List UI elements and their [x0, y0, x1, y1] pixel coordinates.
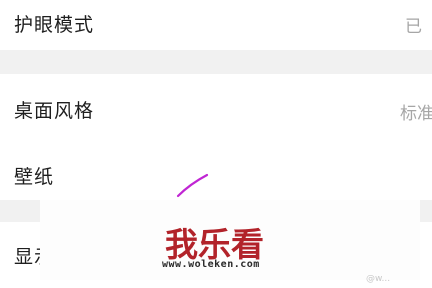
desktop-style-label: 桌面风格 — [14, 100, 95, 122]
settings-row-wallpaper[interactable]: 壁纸 — [0, 142, 432, 200]
annotation-stroke — [176, 173, 209, 198]
wallpaper-label: 壁纸 — [14, 166, 55, 188]
settings-row-desktop-style[interactable]: 桌面风格 标准 — [0, 74, 432, 142]
desktop-style-value: 标准 — [400, 104, 432, 124]
watermark-url: www.woleken.com — [162, 259, 260, 270]
settings-row-eye-mode[interactable]: 护眼模式 已 — [0, 0, 432, 50]
eye-mode-value: 已 — [405, 17, 422, 37]
corner-watermark: @w... — [366, 274, 391, 284]
eye-mode-label: 护眼模式 — [14, 14, 95, 36]
